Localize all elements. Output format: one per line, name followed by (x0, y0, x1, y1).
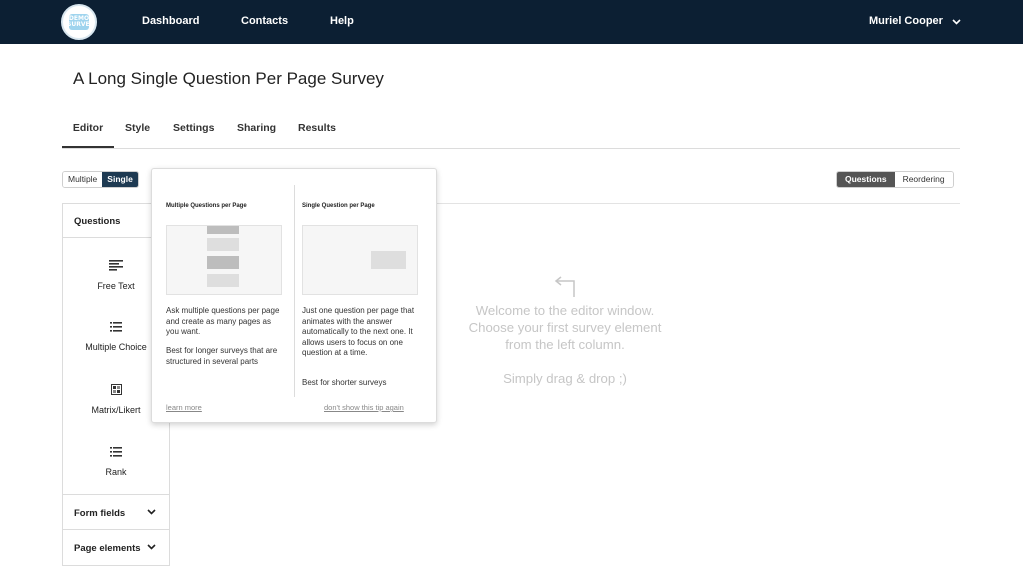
nav-help[interactable]: Help (330, 15, 354, 27)
preview-bar (207, 238, 239, 251)
nav-contacts[interactable]: Contacts (241, 15, 288, 27)
element-label: Rank (105, 467, 127, 477)
single-question-recommendation: Best for shorter surveys (302, 378, 387, 387)
tab-results[interactable]: Results (298, 122, 336, 148)
tab-editor[interactable]: Editor (62, 122, 114, 148)
matrix-icon (110, 384, 122, 395)
welcome-message: Welcome to the editor window. Choose you… (445, 302, 685, 353)
chevron-down-icon (147, 544, 156, 550)
preview-bar (207, 256, 239, 269)
multiple-questions-description: Ask multiple questions per page and crea… (166, 306, 280, 336)
page-elements-section[interactable]: Page elements (63, 529, 169, 564)
user-menu[interactable]: Muriel Cooper (869, 15, 961, 27)
mode-single-button[interactable]: Single (102, 172, 138, 187)
arrow-left-icon (554, 276, 575, 297)
welcome-line-2: Choose your first survey element (468, 320, 662, 335)
top-navigation-bar: DEMO SURVEY Dashboard Contacts Help Muri… (0, 0, 1023, 44)
questions-section-label: Questions (74, 216, 121, 227)
welcome-drag-drop-hint: Simply drag & drop ;) (503, 371, 627, 386)
element-label: Multiple Choice (85, 342, 147, 352)
element-label: Matrix/Likert (91, 405, 141, 415)
view-questions-button[interactable]: Questions (837, 172, 895, 187)
view-reordering-button[interactable]: Reordering (894, 172, 953, 187)
tab-sharing[interactable]: Sharing (237, 122, 276, 148)
view-toggle: Questions Reordering (836, 171, 954, 188)
chevron-down-icon (147, 509, 156, 515)
logo[interactable]: DEMO SURVEY (61, 4, 97, 40)
welcome-line-1: Welcome to the editor window. (475, 303, 655, 318)
form-fields-label: Form fields (74, 508, 126, 519)
tab-style[interactable]: Style (125, 122, 150, 148)
single-question-description: Just one question per page that animates… (302, 306, 415, 357)
page-mode-toggle: Multiple Single (62, 171, 139, 188)
mode-multiple-button[interactable]: Multiple (63, 172, 103, 187)
element-label: Free Text (97, 281, 135, 291)
multiple-questions-preview (166, 225, 282, 295)
user-name: Muriel Cooper (868, 15, 943, 27)
preview-bar (207, 226, 239, 234)
preview-bar (371, 251, 406, 269)
chevron-down-icon (952, 19, 961, 25)
multiple-questions-recommendation: Best for longer surveys that are structu… (166, 346, 278, 366)
page-elements-label: Page elements (74, 543, 141, 554)
nav-dashboard[interactable]: Dashboard (142, 15, 199, 27)
page-title: A Long Single Question Per Page Survey (73, 69, 384, 88)
editor-tabs: Editor Style Settings Sharing Results (62, 122, 960, 149)
form-fields-section[interactable]: Form fields (63, 494, 169, 529)
dont-show-tip-link[interactable]: don't show this tip again (324, 403, 404, 412)
welcome-line-3: from the left column. (505, 337, 625, 352)
free-text-icon (109, 260, 123, 271)
logo-text: DEMO SURVEY (67, 15, 94, 28)
element-rank[interactable]: Rank (63, 447, 169, 480)
list-icon (110, 322, 122, 332)
single-question-title: Single Question per Page (302, 203, 375, 209)
learn-more-link[interactable]: learn more (166, 403, 202, 412)
preview-bar (207, 274, 239, 287)
tab-settings[interactable]: Settings (173, 122, 214, 148)
multiple-questions-title: Multiple Questions per Page (166, 203, 247, 209)
rank-icon (110, 447, 122, 457)
single-question-preview (302, 225, 418, 295)
popover-divider (294, 185, 295, 397)
page-mode-tip-popover: Multiple Questions per Page Ask multiple… (151, 168, 437, 423)
